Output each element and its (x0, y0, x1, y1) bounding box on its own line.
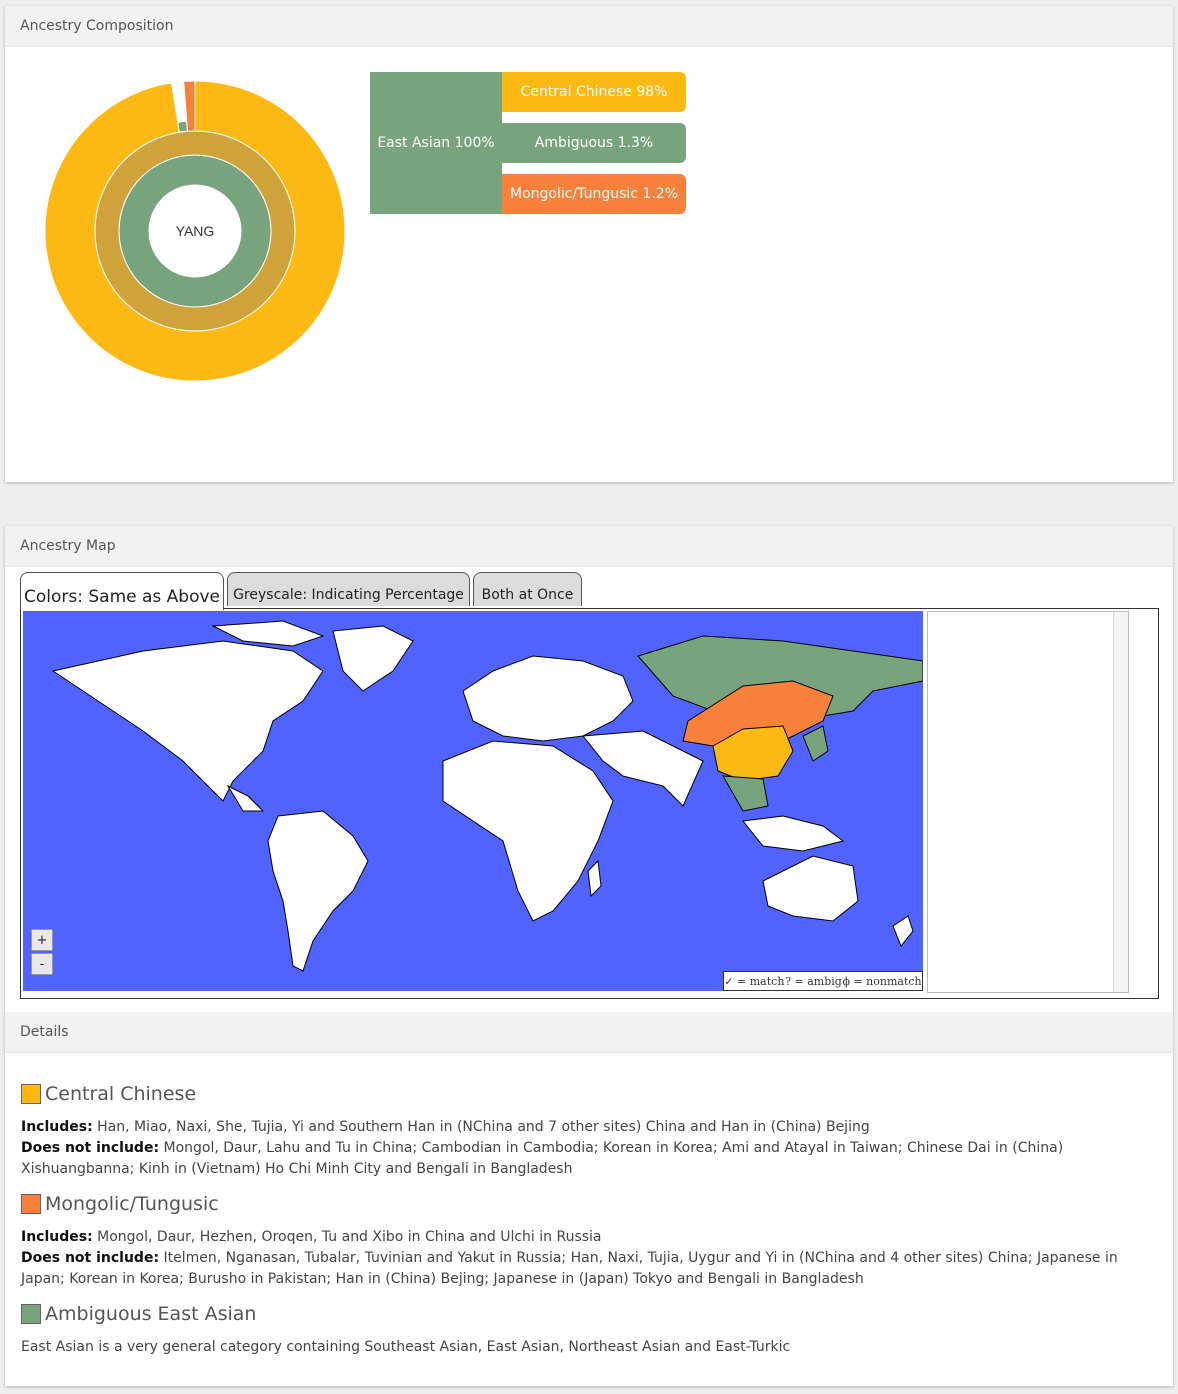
donut-center-label: YANG (176, 223, 215, 239)
tab-colors-same-as-above[interactable]: Colors: Same as Above (20, 572, 224, 610)
bar-east-asian-label: East Asian 100% (377, 135, 495, 151)
zoom-in-button[interactable]: + (31, 929, 53, 951)
includes-text: Mongol, Daur, Hezhen, Oroqen, Tu and Xib… (97, 1229, 602, 1245)
africa (442, 740, 614, 922)
includes-label: Includes: (21, 1119, 93, 1135)
excludes-label: Does not include: (21, 1250, 160, 1266)
bar-ambiguous[interactable]: Ambiguous 1.3% (502, 123, 686, 163)
details-header: Details (5, 1012, 1173, 1053)
ancestry-map-panel: Ancestry Map Colors: Same as Above Greys… (5, 526, 1173, 1386)
category-ambiguous-east-asian: Ambiguous East Asian (21, 1303, 256, 1325)
map-side-panel[interactable] (927, 611, 1129, 993)
north-america (51, 640, 324, 802)
south-america (267, 810, 369, 972)
bar-ambiguous-label: Ambiguous 1.3% (534, 135, 654, 151)
includes-text: Han, Miao, Naxi, She, Tujia, Yi and Sout… (97, 1119, 870, 1135)
europe (462, 655, 634, 742)
region-ambiguous-se-asia (722, 775, 769, 812)
category-ambiguous-text: East Asian is a very general category co… (21, 1337, 1141, 1358)
excludes-label: Does not include: (21, 1140, 160, 1156)
region-ambiguous-japan (802, 725, 829, 762)
indonesia (742, 815, 845, 852)
map-frame: + - ✓ = match ? = ambig ϕ = nonmatch (20, 608, 1159, 999)
tab-greyscale[interactable]: Greyscale: Indicating Percentage (227, 572, 470, 606)
tab-colors-label: Colors: Same as Above (23, 587, 221, 607)
swatch-mongolic-tungusic (21, 1194, 41, 1214)
world-map[interactable]: + - ✓ = match ? = ambig ϕ = nonmatch (23, 611, 923, 991)
tab-both-label: Both at Once (481, 587, 574, 603)
central-america (226, 784, 265, 812)
map-header: Ancestry Map (5, 526, 1173, 567)
zoom-out-button[interactable]: - (31, 953, 53, 975)
greenland (332, 625, 414, 692)
bar-mongolic-tungusic-label: Mongolic/Tungusic 1.2% (510, 186, 678, 202)
category-mongolic-title: Mongolic/Tungusic (45, 1193, 219, 1215)
tab-both-at-once[interactable]: Both at Once (473, 572, 582, 606)
australia (762, 855, 859, 922)
category-central-chinese: Central Chinese (21, 1083, 196, 1105)
legend-match: ✓ = match (724, 974, 785, 988)
category-central-chinese-title: Central Chinese (45, 1083, 197, 1105)
world-map-svg (51, 620, 923, 972)
category-central-chinese-text: Includes: Han, Miao, Naxi, She, Tujia, Y… (21, 1117, 1141, 1180)
swatch-ambiguous-east-asian (21, 1304, 41, 1324)
side-panel-scrollbar[interactable] (1113, 612, 1128, 992)
bar-central-chinese-label: Central Chinese 98% (520, 84, 668, 100)
ancestry-donut-chart: YANG (45, 80, 345, 382)
bar-east-asian[interactable]: East Asian 100% (370, 72, 502, 214)
ancestry-composition-panel: Ancestry Composition YANG East Asian 100… (5, 6, 1173, 482)
bar-mongolic-tungusic[interactable]: Mongolic/Tungusic 1.2% (502, 174, 686, 214)
category-ambiguous-title: Ambiguous East Asian (45, 1303, 257, 1325)
madagascar (587, 859, 602, 898)
new-zealand (892, 915, 914, 947)
composition-header: Ancestry Composition (5, 6, 1173, 47)
category-mongolic-tungusic: Mongolic/Tungusic (21, 1193, 219, 1215)
category-mongolic-text: Includes: Mongol, Daur, Hezhen, Oroqen, … (21, 1227, 1141, 1290)
bar-central-chinese[interactable]: Central Chinese 98% (502, 72, 686, 112)
includes-label: Includes: (21, 1229, 93, 1245)
tab-greyscale-label: Greyscale: Indicating Percentage (233, 587, 464, 603)
legend-ambig: ? = ambig (785, 974, 842, 988)
legend-nonmatch: ϕ = nonmatch (842, 974, 922, 988)
excludes-text: Itelmen, Nganasan, Tubalar, Tuvinian and… (21, 1250, 1118, 1287)
swatch-central-chinese (21, 1084, 41, 1104)
donut-segment-ambiguous[interactable] (177, 120, 189, 133)
excludes-text: Mongol, Daur, Lahu and Tu in China; Camb… (21, 1140, 1064, 1177)
ambiguous-description: East Asian is a very general category co… (21, 1339, 791, 1355)
map-legend: ✓ = match ? = ambig ϕ = nonmatch (723, 971, 923, 991)
